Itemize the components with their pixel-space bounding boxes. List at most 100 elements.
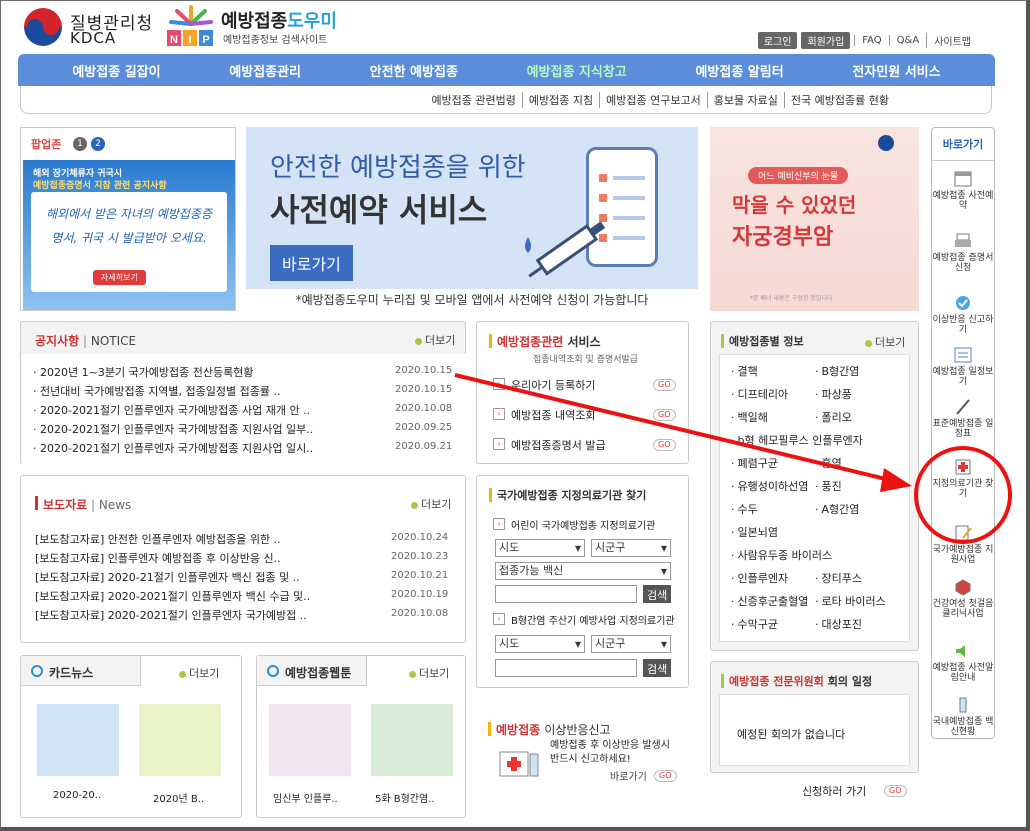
vaccine-item[interactable]: 결핵 [731,363,758,379]
quick-reservation[interactable]: 예방접종 사전예약 [932,170,994,211]
faq-link[interactable]: FAQ [854,34,888,46]
go-badge[interactable]: GO [653,379,676,391]
vaccine-more-link[interactable]: 더보기 [865,334,905,350]
subnav-guidelines[interactable]: 예방접종 지침 [521,91,599,108]
notice-title[interactable]: 공지사항 | NOTICE [35,332,136,349]
child-vaccine-select[interactable]: 접종가능 백신 [495,562,671,580]
notice-row[interactable]: · 2020-2021절기 인플루엔자 국가예방접종 지원사업 일시.. [33,440,313,456]
vaccine-item[interactable]: 유행성이하선염 [731,478,809,494]
banner-shortcut-button[interactable]: 바로가기 [270,245,353,281]
vaccine-item[interactable]: 폴리오 [815,409,852,425]
quick-certificate[interactable]: 예방접종 증명서 신청 [932,232,994,273]
webtoon-thumb[interactable] [371,704,453,776]
committee-apply-link[interactable]: 신청하러 가기 [802,783,866,799]
service-history-link[interactable]: 예방접종 내역조회 [511,407,595,423]
vaccine-item[interactable]: b형 헤모필루스 인플루엔자 [731,432,863,448]
vaccine-item[interactable]: 수막구균 [731,616,778,632]
webtoon-caption[interactable]: 5화 B형간염.. [375,790,435,805]
vaccine-item[interactable]: B형간염 [815,363,860,379]
webtoon-title[interactable]: 예방접종웹툰 [285,664,351,681]
vaccine-item[interactable]: 사람유두종 바이러스 [731,547,833,563]
vaccine-item[interactable]: 인플루엔자 [731,570,789,586]
go-badge[interactable]: GO [653,409,676,421]
notice-more-link[interactable]: 더보기 [415,332,455,348]
quick-women-clinic[interactable]: 건강여성 첫걸음 클리닉사업 [932,578,994,619]
qna-link[interactable]: Q&A [888,34,927,46]
vaccine-item[interactable]: 수두 [731,501,758,517]
vaccine-item[interactable]: A형간염 [815,501,860,517]
nav-safe[interactable]: 안전한 예방접종 [370,61,458,80]
child-clinic-search-button[interactable]: 검색 [643,585,672,603]
cardnews-title[interactable]: 카드뉴스 [49,664,93,681]
subnav-laws[interactable]: 예방접종 관련법령 [425,92,521,108]
popup-page-2[interactable]: 2 [91,137,105,151]
nip-logo[interactable]: N I P 예방접종도우미 예방접종정보 검색사이트 [165,4,365,50]
sitemap-link[interactable]: 사이트맵 [926,32,978,48]
go-badge[interactable]: GO [653,439,676,451]
press-row[interactable]: [보도참고자료] 2020-2021절기 인플루엔자 국가예방접 .. [35,607,307,623]
press-title[interactable]: 보도자료 | News [43,496,131,513]
popup-detail-button[interactable]: 자세히보기 [93,270,146,285]
quick-standard-schedule[interactable]: 표준예방접종 일정표 [932,398,994,439]
webtoon-more-link[interactable]: 더보기 [409,665,449,681]
notice-row[interactable]: · 전년대비 국가예방접종 지역별, 접종일정별 접종률 .. [33,383,281,399]
vaccine-item[interactable]: 파상풍 [815,386,852,402]
notice-row[interactable]: · 2020-2021절기 인플루엔자 국가예방접종 사업 재개 안 .. [33,402,310,418]
cardnews-thumb[interactable] [37,704,119,776]
vaccine-item[interactable]: 풍진 [815,478,842,494]
cervical-cancer-banner[interactable]: 어느 예비신부의 눈물 막을 수 있었던 자궁경부암 *본 배너 내용은 구성된… [710,127,919,311]
cardnews-more-link[interactable]: 더보기 [179,665,219,681]
vaccine-item[interactable]: 대상포진 [815,616,862,632]
subnav-promo[interactable]: 홍보물 자료실 [706,91,784,108]
hep-clinic-search-input[interactable] [495,659,637,677]
cardnews-thumb[interactable] [139,704,221,776]
go-badge[interactable]: GO [654,770,677,782]
kdca-logo[interactable]: 질병관리청 KDCA [24,6,154,48]
hep-clinic-search-button[interactable]: 검색 [643,659,672,677]
child-clinic-search-input[interactable] [495,585,637,603]
adverse-shortcut-link[interactable]: 바로가기 [610,768,647,783]
cardnews-caption[interactable]: 2020년 B.. [153,790,204,805]
child-sido-select[interactable]: 시도 [495,539,585,557]
nav-guide[interactable]: 예방접종 길잡이 [72,61,160,80]
notice-row[interactable]: · 2020년 1~3분기 국가예방접종 전산등록현황 [33,364,254,380]
vaccine-item[interactable]: 디프테리아 [731,386,789,402]
quick-adverse-report[interactable]: 이상반응 신고하기 [932,294,994,335]
nav-e-civil[interactable]: 전자민원 서비스 [852,61,940,80]
hep-sigungu-select[interactable]: 시군구 [591,635,671,653]
notice-row[interactable]: · 2020-2021절기 인플루엔자 국가예방접종 지원사업 일부.. [33,421,313,437]
service-certificate-link[interactable]: 예방접종증명서 발급 [511,437,606,453]
subnav-rates[interactable]: 전국 예방접종률 현황 [783,91,895,108]
vaccine-item[interactable]: 홍역 [815,455,842,471]
press-row[interactable]: [보도참고자료] 2020-21절기 인플루엔자 백신 접종 및 .. [35,569,300,585]
vaccine-item[interactable]: 장티푸스 [815,570,862,586]
vaccine-item[interactable]: 일본뇌염 [731,524,778,540]
vaccine-item[interactable]: 백일해 [731,409,768,425]
login-button[interactable]: 로그인 [757,31,798,49]
quick-vaccine-status[interactable]: 국내예방접종 백신현황 [932,696,994,737]
nav-alerts[interactable]: 예방접종 알림터 [695,61,783,80]
webtoon-thumb[interactable] [269,704,351,776]
press-row[interactable]: [보도참고자료] 2020-2021절기 인플루엔자 백신 수급 및.. [35,588,310,604]
popup-banner[interactable]: 해외 장기체류자 귀국시 예방접종증명서 지참 관련 공지사항 해외에서 받은 … [23,160,235,310]
press-more-link[interactable]: 더보기 [411,496,451,512]
service-register-link[interactable]: 우리아기 등록하기 [511,377,595,393]
vaccine-item[interactable]: 로타 바이러스 [815,593,886,609]
vaccine-item[interactable]: 폐렴구균 [731,455,778,471]
press-row[interactable]: [보도참고자료] 인플루엔자 예방접종 후 이상반응 신.. [35,550,281,566]
go-badge[interactable]: GO [884,785,907,797]
nav-knowledge[interactable]: 예방접종 지식창고 [527,61,627,80]
popup-page-1[interactable]: 1 [73,137,87,151]
webtoon-caption[interactable]: 임신부 인플루.. [273,790,338,805]
quick-pre-alert[interactable]: 예방접종 사전알림안내 [932,642,994,683]
reservation-banner[interactable]: 안전한 예방접종을 위한 사전예약 서비스 바로가기 *예방접종도우미 누리집 … [246,127,698,311]
subnav-reports[interactable]: 예방접종 연구보고서 [599,91,707,108]
press-row[interactable]: [보도참고자료] 안전한 인플루엔자 예방접종을 위한 .. [35,531,281,547]
child-sigungu-select[interactable]: 시군구 [591,539,671,557]
nav-management[interactable]: 예방접종관리 [229,61,301,80]
hep-sido-select[interactable]: 시도 [495,635,585,653]
vaccine-item[interactable]: 신증후군출혈열 [731,593,809,609]
cardnews-caption[interactable]: 2020-20.. [53,790,101,801]
quick-schedule[interactable]: 예방접종 일정보기 [932,346,994,387]
join-button[interactable]: 회원가입 [801,31,851,49]
